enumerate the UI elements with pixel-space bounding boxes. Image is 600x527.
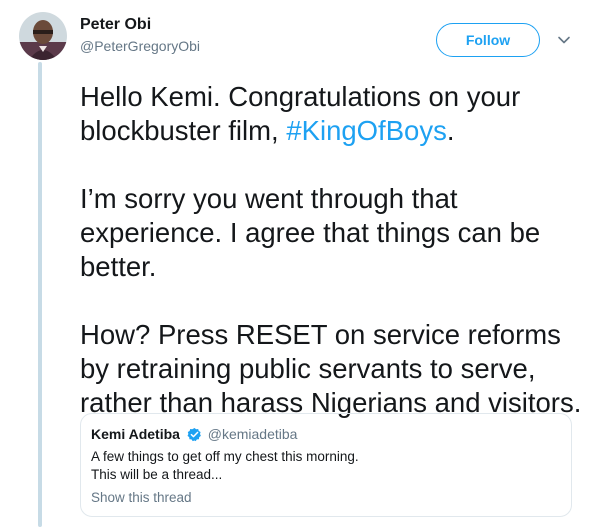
quoted-author-handle: @kemiadetiba [207,426,298,442]
author-avatar[interactable] [19,12,67,60]
quoted-author-name: Kemi Adetiba [91,426,180,442]
author-handle[interactable]: @PeterGregoryObi [80,38,200,54]
tweet-text-span: . [446,115,455,146]
tweet-paragraph-2: I’m sorry you went through that experien… [80,183,541,282]
show-thread-link[interactable]: Show this thread [91,490,192,505]
tweet-paragraph-3: How? Press RESET on service reforms by r… [80,319,582,418]
quoted-tweet-text: A few things to get off my chest this mo… [91,448,359,484]
thread-connector-line [38,62,42,527]
quoted-tweet-line: This will be a thread... [91,467,223,482]
author-name[interactable]: Peter Obi [80,16,151,34]
tweet-paragraph-1: Hello Kemi. Congratulations on your bloc… [80,80,592,148]
follow-button[interactable]: Follow [436,23,540,57]
hashtag-link[interactable]: #KingOfBoys [286,115,447,146]
profile-avatar-icon [19,12,67,60]
tweet-body: Hello Kemi. Congratulations on your bloc… [80,80,592,454]
chevron-down-icon[interactable] [557,33,571,47]
quoted-tweet-header: Kemi Adetiba @kemiadetiba [91,426,297,442]
quoted-tweet-card[interactable]: Kemi Adetiba @kemiadetiba A few things t… [80,413,572,517]
verified-badge-icon [187,427,201,442]
quoted-tweet-line: A few things to get off my chest this mo… [91,449,359,464]
